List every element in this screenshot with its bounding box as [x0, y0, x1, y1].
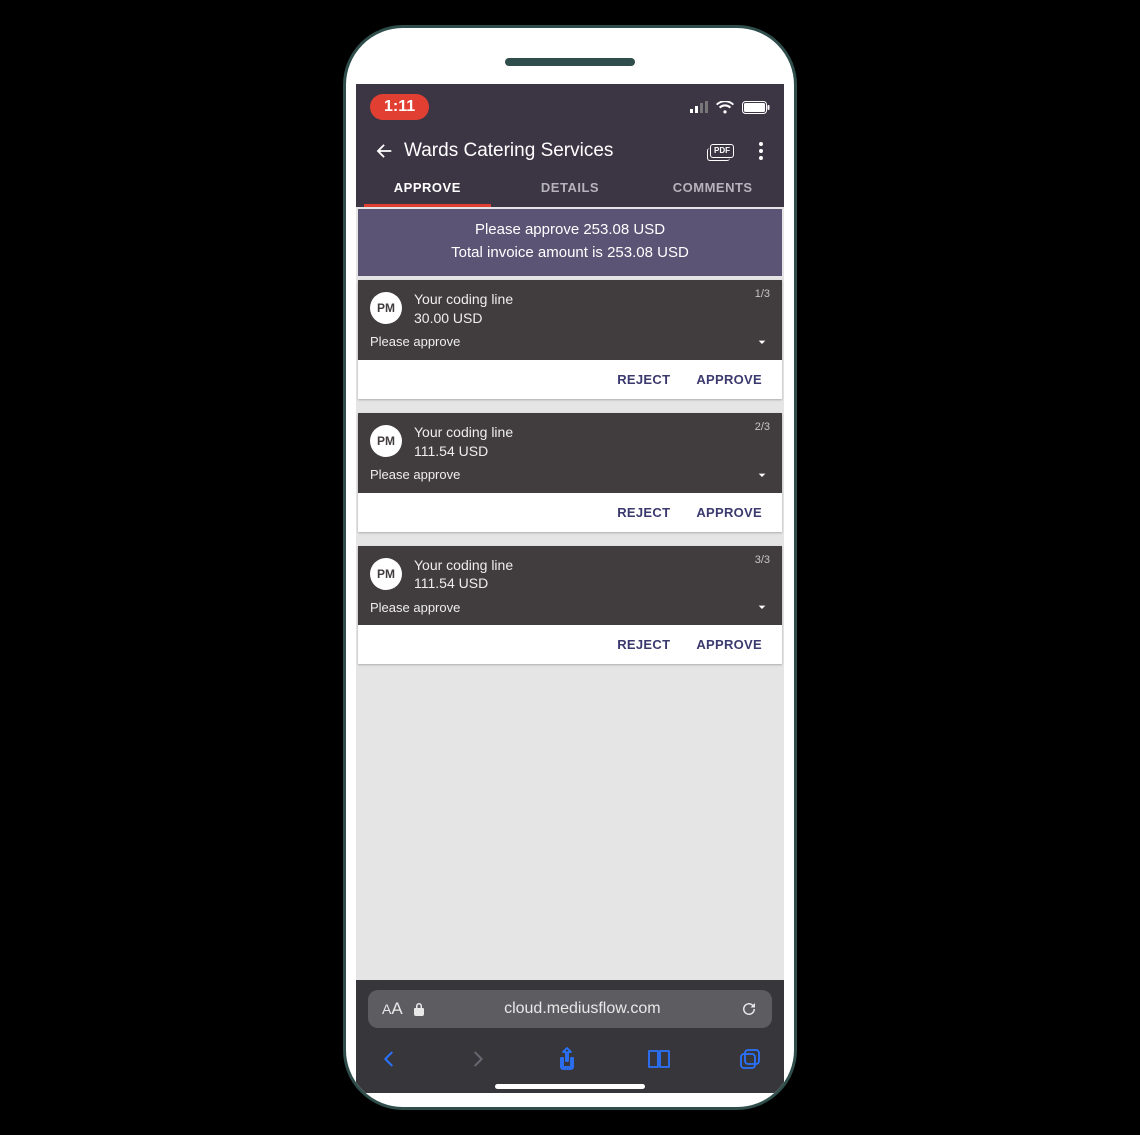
arrow-left-icon [373, 140, 395, 162]
tab-comments[interactable]: COMMENTS [641, 170, 784, 207]
banner-line2: Total invoice amount is 253.08 USD [366, 242, 774, 265]
card-header[interactable]: 3/3 PM Your coding line 111.54 USD Pleas… [358, 546, 782, 626]
share-icon[interactable] [555, 1046, 579, 1072]
bookmarks-icon[interactable] [646, 1047, 672, 1071]
chevron-down-icon[interactable] [754, 334, 770, 350]
item-title: Your coding line [414, 423, 770, 442]
screen: 1:11 Wards Catering Services PDF APPROVE… [356, 84, 784, 1093]
avatar: PM [370, 425, 402, 457]
url-box[interactable]: AA cloud.mediusflow.com [368, 990, 772, 1028]
card-header[interactable]: 2/3 PM Your coding line 111.54 USD Pleas… [358, 413, 782, 493]
back-icon[interactable] [378, 1047, 400, 1071]
item-title: Your coding line [414, 556, 770, 575]
phone-frame: 1:11 Wards Catering Services PDF APPROVE… [343, 25, 797, 1110]
avatar: PM [370, 292, 402, 324]
content-scroll[interactable]: 1/3 PM Your coding line 30.00 USD Please… [356, 278, 784, 980]
lock-icon [413, 1002, 425, 1016]
chevron-down-icon[interactable] [754, 599, 770, 615]
ios-statusbar: 1:11 [356, 84, 784, 130]
approve-button[interactable]: APPROVE [696, 637, 762, 652]
tabs-icon[interactable] [738, 1047, 762, 1071]
wifi-icon [716, 101, 734, 114]
item-prompt: Please approve [370, 334, 460, 349]
status-icons [690, 101, 770, 114]
app-header: Wards Catering Services PDF [356, 130, 784, 170]
item-amount: 30.00 USD [414, 309, 770, 328]
page-title: Wards Catering Services [398, 140, 710, 162]
item-prompt: Please approve [370, 600, 460, 615]
chevron-down-icon[interactable] [754, 467, 770, 483]
coding-line-list: 1/3 PM Your coding line 30.00 USD Please… [356, 280, 784, 664]
item-amount: 111.54 USD [414, 574, 770, 593]
reader-button[interactable]: AA [382, 999, 403, 1019]
tabs: APPROVE DETAILS COMMENTS [356, 170, 784, 207]
tab-details[interactable]: DETAILS [499, 170, 642, 207]
card-actions: REJECT APPROVE [358, 493, 782, 532]
card-actions: REJECT APPROVE [358, 625, 782, 664]
approve-button[interactable]: APPROVE [696, 372, 762, 387]
item-prompt: Please approve [370, 467, 460, 482]
browser-address-bar: AA cloud.mediusflow.com [356, 980, 784, 1036]
forward-icon [467, 1047, 489, 1071]
reject-button[interactable]: REJECT [617, 505, 670, 520]
item-title: Your coding line [414, 290, 770, 309]
tab-approve[interactable]: APPROVE [356, 170, 499, 207]
approve-button[interactable]: APPROVE [696, 505, 762, 520]
battery-icon [742, 101, 770, 114]
card-actions: REJECT APPROVE [358, 360, 782, 399]
list-item: 1/3 PM Your coding line 30.00 USD Please… [358, 280, 782, 399]
cellular-icon [690, 101, 708, 113]
browser-toolbar [356, 1036, 784, 1078]
item-counter: 1/3 [755, 288, 770, 300]
avatar: PM [370, 558, 402, 590]
item-counter: 3/3 [755, 554, 770, 566]
reject-button[interactable]: REJECT [617, 372, 670, 387]
reject-button[interactable]: REJECT [617, 637, 670, 652]
reload-icon[interactable] [740, 1000, 758, 1018]
banner-line1: Please approve 253.08 USD [366, 219, 774, 242]
recording-time-pill[interactable]: 1:11 [370, 94, 429, 120]
card-header[interactable]: 1/3 PM Your coding line 30.00 USD Please… [358, 280, 782, 360]
list-item: 3/3 PM Your coding line 111.54 USD Pleas… [358, 546, 782, 665]
back-button[interactable] [370, 140, 398, 162]
list-item: 2/3 PM Your coding line 111.54 USD Pleas… [358, 413, 782, 532]
more-menu-button[interactable] [752, 142, 770, 160]
item-amount: 111.54 USD [414, 442, 770, 461]
pdf-button[interactable]: PDF [710, 144, 734, 158]
item-counter: 2/3 [755, 421, 770, 433]
home-indicator[interactable] [495, 1084, 645, 1089]
approval-banner: Please approve 253.08 USD Total invoice … [358, 209, 782, 276]
speaker-grill [505, 58, 635, 66]
url-text: cloud.mediusflow.com [435, 1000, 730, 1018]
